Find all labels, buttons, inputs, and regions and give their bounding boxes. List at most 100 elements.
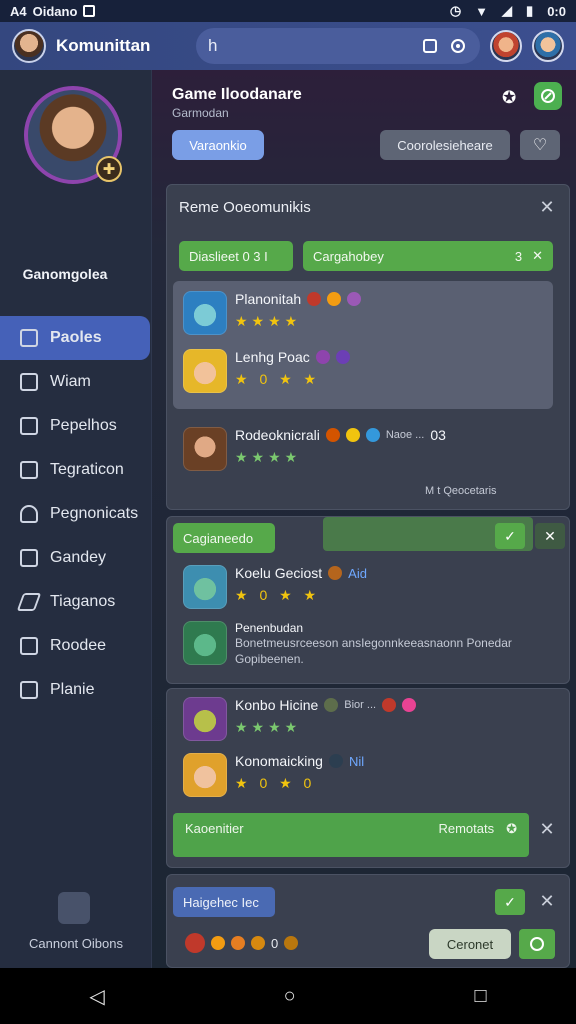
sidebar-item-label: Paoles	[50, 329, 102, 346]
action-button[interactable]: Ceronet	[429, 929, 511, 959]
sidebar-item-label: Planie	[50, 681, 95, 698]
rating-stars: ★ 0 ★ 0	[235, 775, 316, 791]
confirm-button[interactable]: ✓	[495, 523, 525, 549]
wifi-icon: ▼	[475, 3, 489, 19]
bookmark-icon	[20, 461, 38, 479]
camera-icon[interactable]	[448, 36, 468, 56]
user-avatar[interactable]	[12, 29, 46, 63]
game-thumbnail	[183, 349, 227, 393]
sidebar-item-gandey[interactable]: Gandey	[0, 536, 152, 580]
confirm-button[interactable]: ✓	[495, 889, 525, 915]
copy-icon[interactable]	[420, 36, 440, 56]
back-icon[interactable]: ◁	[89, 984, 104, 1009]
pen-icon	[16, 593, 42, 611]
game-thumbnail	[183, 697, 227, 741]
item-tag: Nil	[348, 753, 365, 769]
list-item[interactable]: Koelu Geciost Aid ★ 0 ★ ★	[183, 565, 367, 609]
close-icon[interactable]: ✕	[532, 248, 543, 264]
search-icon	[20, 417, 38, 435]
item-extra: Bior ...	[344, 699, 377, 711]
players-card: Konbo Hicine Bior ... ★★★★ Konomaicking …	[166, 688, 570, 868]
gem-icon	[335, 350, 350, 364]
coin-icon	[251, 936, 265, 950]
bar-left-label: Kaoenitier	[185, 821, 244, 836]
bar-right-label: Remotats	[438, 821, 495, 836]
secondary-button[interactable]: Coorolesieheare	[380, 130, 510, 160]
edit-icon	[20, 329, 38, 347]
item-name: Konomaicking	[235, 753, 323, 769]
avatar-icon	[284, 936, 299, 950]
list-item[interactable]: Konomaicking Nil ★ 0 ★ 0	[183, 753, 364, 797]
gem-icon	[402, 698, 417, 712]
rating-stars: ★★★★	[235, 449, 302, 465]
app-title: Komunittan	[56, 36, 151, 55]
sidebar-item-wiam[interactable]: Wiam	[0, 360, 152, 404]
main-panel: Game Iloodanare Garmodan ✪ Varaonkio Coo…	[152, 70, 576, 968]
list-item[interactable]: Lenhg Poac ★ 0 ★ ★	[183, 349, 350, 393]
add-badge-icon[interactable]: ✚	[96, 156, 122, 182]
list-item[interactable]: Planonitah ★★★★	[183, 291, 362, 335]
list-item[interactable]: Konbo Hicine Bior ... ★★★★	[183, 697, 417, 741]
status-bar: A4 Oidano ◷ ▼ ◢ ▮ 0:0	[0, 0, 576, 22]
home-circle-icon[interactable]: ○	[284, 985, 296, 1008]
battery-icon: ▮	[526, 3, 534, 18]
sidebar-item-roodee[interactable]: Roodee	[0, 624, 152, 668]
section-pill-label: Haigehec Iec	[183, 894, 259, 910]
status-bar-green[interactable]: Kaoenitier Remotats ✪	[173, 813, 529, 857]
item-name: Penenbudan	[235, 621, 304, 635]
friend-avatar-2[interactable]	[532, 30, 564, 62]
item-name: Lenhg Poac	[235, 349, 310, 365]
sidebar-item-pegnonicats[interactable]: Pegnonicats	[0, 492, 152, 536]
sidebar-item-tegraticon[interactable]: Tegraticon	[0, 448, 152, 492]
sidebar-item-label: Tiaganos	[50, 593, 116, 610]
star-badge-icon[interactable]: ✪	[502, 88, 522, 108]
recents-icon[interactable]: □	[474, 985, 486, 1008]
signal-icon: ◢	[502, 3, 513, 18]
badge-icon	[307, 292, 322, 306]
filter-chip-right[interactable]: Cargahobey 3 ✕	[303, 241, 553, 271]
section-pill-label: Cagianeedo	[183, 530, 254, 546]
close-icon[interactable]: ✕	[537, 819, 557, 839]
rating-stars: ★ 0 ★ ★	[235, 371, 321, 387]
dismiss-button[interactable]: ✕	[535, 523, 565, 549]
go-button[interactable]	[519, 929, 555, 959]
people-icon	[20, 505, 38, 523]
sidebar-item-label: Pepelhos	[50, 417, 117, 434]
gem-icon	[365, 428, 380, 442]
list-item[interactable]: Rodeoknicrali Naoe ... 03 ★★★★	[183, 427, 446, 471]
list-icon	[20, 373, 38, 391]
settings-icon[interactable]	[534, 82, 562, 110]
sidebar-item-paoles[interactable]: Paoles	[0, 316, 150, 360]
section-pill[interactable]: Haigehec Iec	[173, 887, 275, 917]
search-input[interactable]: h	[196, 28, 480, 64]
sidebar-item-label: Roodee	[50, 637, 107, 654]
sidebar-item-pepelhos[interactable]: Pepelhos	[0, 404, 152, 448]
page-title: Game Iloodanare	[172, 86, 302, 103]
friend-avatar-1[interactable]	[490, 30, 522, 62]
section-pill[interactable]: Cagianeedo	[173, 523, 275, 553]
filter-chip-left[interactable]: Diaslieet 0 3 I	[179, 241, 293, 271]
action-button-label: Ceronet	[446, 936, 494, 952]
game-thumbnail	[183, 291, 227, 335]
coin-icon	[327, 292, 342, 306]
gem-icon	[347, 292, 362, 306]
favorite-button[interactable]: ♡	[520, 130, 560, 160]
primary-button[interactable]: Varaonkio	[172, 130, 264, 160]
sidebar-item-planie[interactable]: Planie	[0, 668, 152, 712]
sidebar-item-label: Gandey	[50, 549, 107, 566]
heart-icon: ♡	[532, 137, 548, 154]
rating-stars: ★★★★	[235, 313, 302, 329]
close-icon[interactable]: ✕	[537, 197, 557, 217]
game-thumbnail	[183, 753, 227, 797]
search-value: h	[208, 36, 218, 55]
page-subtitle: Garmodan	[172, 106, 229, 120]
list-item[interactable]: Penenbudan Bonetmeusrceeson ansIegonnkee…	[183, 621, 555, 667]
home-icon[interactable]	[58, 892, 90, 924]
notification-icon	[83, 5, 96, 17]
sidebar-item-tiaganos[interactable]: Tiaganos	[0, 580, 152, 624]
badge-icon	[185, 933, 205, 953]
filter-chip-right-label: Cargahobey	[313, 248, 384, 264]
close-icon[interactable]: ✕	[537, 891, 557, 911]
system-nav-bar: ◁ ○ □	[0, 968, 576, 1024]
clock-label: 0:0	[547, 3, 566, 19]
